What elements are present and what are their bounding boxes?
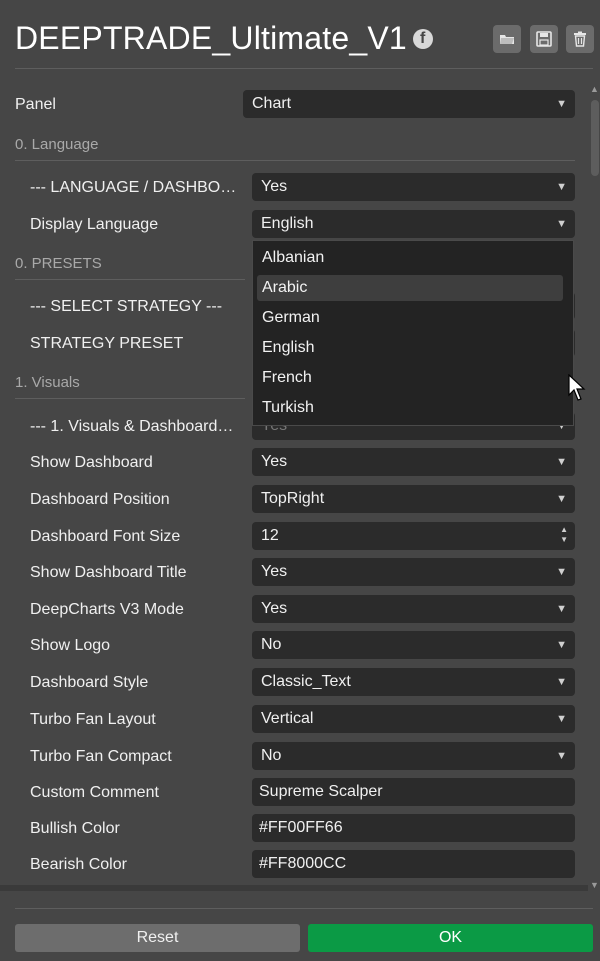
deepcharts-label: DeepCharts V3 Mode bbox=[30, 601, 184, 618]
chevron-down-icon: ▼ bbox=[556, 676, 567, 688]
chevron-down-icon: ▼ bbox=[556, 456, 567, 468]
custom-comment-value: Supreme Scalper bbox=[259, 783, 383, 800]
ok-button[interactable]: OK bbox=[308, 924, 593, 952]
spinner-icon[interactable]: ▲ ▼ bbox=[560, 525, 568, 545]
chevron-down-icon: ▼ bbox=[556, 98, 567, 110]
dropdown-option[interactable]: English bbox=[257, 335, 563, 361]
panel-select[interactable]: Chart ▼ bbox=[243, 90, 575, 118]
show-logo-label: Show Logo bbox=[30, 637, 111, 654]
bullish-color-label: Bullish Color bbox=[30, 820, 120, 837]
dashboard-style-select[interactable]: Classic_Text ▼ bbox=[252, 668, 575, 696]
list-bottom-edge bbox=[0, 885, 588, 891]
show-dashboard-select[interactable]: Yes ▼ bbox=[252, 448, 575, 476]
show-dashboard-value: Yes bbox=[261, 453, 288, 470]
save-icon bbox=[536, 31, 552, 47]
dashboard-position-select[interactable]: TopRight ▼ bbox=[252, 485, 575, 513]
custom-comment-label: Custom Comment bbox=[30, 784, 159, 801]
show-dashboard-title-label: Show Dashboard Title bbox=[30, 564, 187, 581]
header: DEEPTRADE_Ultimate_V1 f bbox=[0, 0, 600, 70]
turbo-fan-layout-label: Turbo Fan Layout bbox=[30, 711, 156, 728]
chevron-down-icon: ▼ bbox=[556, 713, 567, 725]
show-dashboard-title-select[interactable]: Yes ▼ bbox=[252, 558, 575, 586]
bearish-color-input[interactable]: #FF8000CC bbox=[252, 850, 575, 878]
lang-dash-value: Yes bbox=[261, 178, 288, 195]
lang-dash-label: --- LANGUAGE / DASHBO… bbox=[30, 179, 237, 196]
folder-open-icon bbox=[500, 35, 514, 44]
panel-label: Panel bbox=[15, 96, 56, 113]
show-logo-select[interactable]: No ▼ bbox=[252, 631, 575, 659]
lang-dash-select[interactable]: Yes ▼ bbox=[252, 173, 575, 201]
deepcharts-select[interactable]: Yes ▼ bbox=[252, 595, 575, 623]
chevron-down-icon: ▼ bbox=[556, 493, 567, 505]
save-button[interactable] bbox=[530, 25, 558, 53]
visuals-dash-label: --- 1. Visuals & Dashboard… bbox=[30, 418, 234, 435]
facebook-icon[interactable]: f bbox=[413, 29, 433, 49]
bullish-color-value: #FF00FF66 bbox=[259, 819, 343, 836]
display-language-select[interactable]: English ▼ bbox=[252, 210, 575, 238]
dropdown-option[interactable]: German bbox=[257, 305, 563, 331]
display-language-value: English bbox=[261, 215, 314, 232]
show-dashboard-label: Show Dashboard bbox=[30, 454, 153, 471]
dashboard-position-label: Dashboard Position bbox=[30, 491, 170, 508]
header-divider bbox=[15, 68, 593, 69]
dropdown-option[interactable]: Turkish bbox=[257, 395, 563, 421]
dashboard-style-value: Classic_Text bbox=[261, 673, 351, 690]
bearish-color-value: #FF8000CC bbox=[259, 855, 347, 872]
bullish-color-input[interactable]: #FF00FF66 bbox=[252, 814, 575, 842]
scroll-down-icon[interactable]: ▼ bbox=[590, 880, 599, 890]
section-language: 0. Language bbox=[15, 136, 99, 153]
chevron-down-icon: ▼ bbox=[556, 603, 567, 615]
show-logo-value: No bbox=[261, 636, 282, 653]
select-strategy-label: --- SELECT STRATEGY --- bbox=[30, 298, 223, 315]
dashboard-font-size-value: 12 bbox=[261, 527, 279, 544]
scrollbar-thumb[interactable] bbox=[591, 100, 599, 176]
show-dashboard-title-value: Yes bbox=[261, 563, 288, 580]
mouse-cursor-icon bbox=[568, 374, 586, 401]
page-title: DEEPTRADE_Ultimate_V1 bbox=[15, 20, 407, 56]
section-divider bbox=[15, 279, 245, 280]
section-divider bbox=[15, 160, 575, 161]
deepcharts-value: Yes bbox=[261, 600, 288, 617]
dropdown-option[interactable]: French bbox=[257, 365, 563, 391]
turbo-fan-compact-select[interactable]: No ▼ bbox=[252, 742, 575, 770]
dashboard-font-size-label: Dashboard Font Size bbox=[30, 528, 181, 545]
strategy-preset-label: STRATEGY PRESET bbox=[30, 335, 184, 352]
language-dropdown[interactable]: Albanian Arabic German English French Tu… bbox=[252, 240, 574, 426]
section-visuals: 1. Visuals bbox=[15, 374, 80, 391]
display-language-label: Display Language bbox=[30, 216, 159, 233]
chevron-down-icon: ▼ bbox=[556, 181, 567, 193]
dropdown-option-highlighted[interactable]: Arabic bbox=[257, 275, 563, 301]
turbo-fan-compact-value: No bbox=[261, 747, 282, 764]
bearish-color-label: Bearish Color bbox=[30, 856, 127, 873]
dashboard-position-value: TopRight bbox=[261, 490, 325, 507]
section-divider bbox=[15, 398, 245, 399]
dashboard-font-size-stepper[interactable]: 12 ▲ ▼ bbox=[252, 522, 575, 550]
delete-button[interactable] bbox=[566, 25, 594, 53]
turbo-fan-compact-label: Turbo Fan Compact bbox=[30, 748, 172, 765]
footer-divider bbox=[15, 908, 593, 909]
turbo-fan-layout-select[interactable]: Vertical ▼ bbox=[252, 705, 575, 733]
chevron-down-icon: ▼ bbox=[556, 639, 567, 651]
section-presets: 0. PRESETS bbox=[15, 255, 102, 272]
custom-comment-input[interactable]: Supreme Scalper bbox=[252, 778, 575, 806]
turbo-fan-layout-value: Vertical bbox=[261, 710, 314, 727]
trash-icon bbox=[574, 31, 586, 47]
scroll-up-icon[interactable]: ▲ bbox=[590, 84, 599, 94]
dashboard-style-label: Dashboard Style bbox=[30, 674, 149, 691]
reset-button[interactable]: Reset bbox=[15, 924, 300, 952]
chevron-down-icon: ▼ bbox=[556, 218, 567, 230]
chevron-down-icon: ▼ bbox=[556, 750, 567, 762]
chevron-down-icon: ▼ bbox=[556, 566, 567, 578]
open-button[interactable] bbox=[493, 25, 521, 53]
dropdown-option[interactable]: Albanian bbox=[257, 245, 563, 271]
panel-value: Chart bbox=[252, 95, 292, 112]
